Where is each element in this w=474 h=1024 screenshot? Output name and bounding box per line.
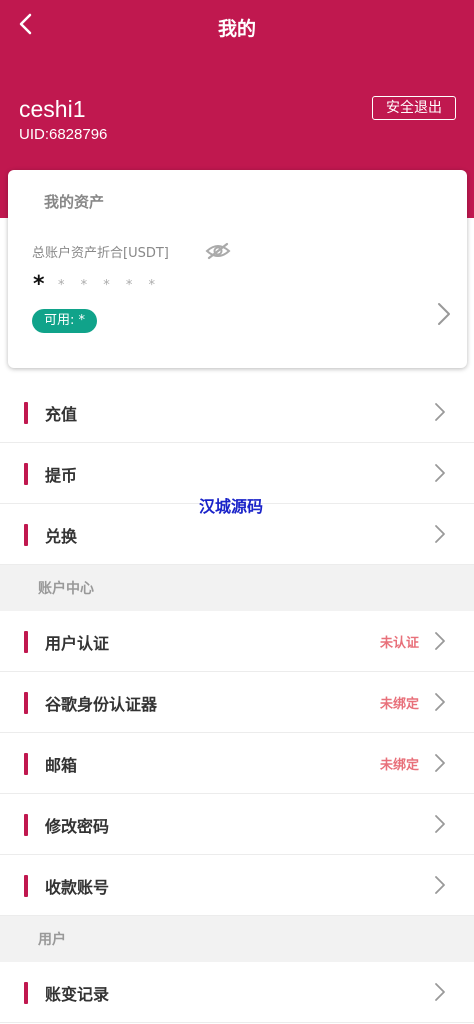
menu-item-label: 兑换 — [45, 527, 78, 546]
chevron-right-icon[interactable] — [436, 300, 452, 328]
accent-bar — [24, 753, 28, 775]
chevron-right-icon — [435, 525, 445, 543]
google-auth-status: 未绑定 — [379, 697, 419, 712]
accent-bar — [24, 814, 28, 836]
menu-item-verification[interactable]: 用户认证 未认证 — [0, 611, 474, 672]
menu-item-change-password[interactable]: 修改密码 — [0, 794, 474, 855]
menu-item-recharge[interactable]: 充值 — [0, 382, 474, 443]
masked-balance-secondary: * * * * * — [58, 278, 162, 293]
section-label: 用户 — [38, 932, 66, 948]
eye-hidden-icon[interactable] — [205, 242, 231, 260]
accent-bar — [24, 982, 28, 1004]
menu-item-label: 提币 — [45, 466, 78, 485]
section-label: 账户中心 — [38, 581, 94, 597]
menu-item-account-records[interactable]: 账变记录 — [0, 962, 474, 1023]
assets-card[interactable]: 我的资产 总账户资产折合[USDT] * * * * * * 可用: * — [8, 170, 467, 368]
email-status: 未绑定 — [379, 758, 419, 773]
menu-item-email[interactable]: 邮箱 未绑定 — [0, 733, 474, 794]
user-uid: UID:6828796 — [19, 126, 108, 143]
section-header-account-center: 账户中心 — [0, 565, 474, 611]
assets-card-title: 我的资产 — [44, 193, 105, 211]
watermark-text: 汉城源码 — [199, 497, 264, 516]
accent-bar — [24, 463, 28, 485]
section-header-user: 用户 — [0, 916, 474, 962]
menu-item-label: 谷歌身份认证器 — [45, 695, 158, 714]
chevron-right-icon — [435, 815, 445, 833]
chevron-right-icon — [435, 876, 445, 894]
accent-bar — [24, 875, 28, 897]
total-assets-label: 总账户资产折合[USDT] — [32, 246, 169, 261]
chevron-right-icon — [435, 632, 445, 650]
username: ceshi1 — [19, 96, 86, 122]
accent-bar — [24, 402, 28, 424]
menu-item-label: 充值 — [45, 405, 78, 424]
chevron-right-icon — [435, 464, 445, 482]
menu-list: 充值 提币 兑换 账户中心 用户认证 未认证 谷歌身份认证器 未绑定 邮箱 未绑… — [0, 382, 474, 1023]
menu-item-label: 账变记录 — [45, 985, 110, 1004]
chevron-right-icon — [435, 403, 445, 421]
accent-bar — [24, 692, 28, 714]
accent-bar — [24, 631, 28, 653]
available-balance-badge: 可用: * — [32, 309, 98, 333]
chevron-right-icon — [435, 754, 445, 772]
menu-item-label: 用户认证 — [45, 634, 110, 653]
verification-status: 未认证 — [379, 636, 419, 651]
chevron-right-icon — [435, 693, 445, 711]
logout-button[interactable]: 安全退出 — [372, 96, 456, 120]
page-title: 我的 — [217, 18, 256, 40]
menu-item-label: 邮箱 — [45, 756, 78, 775]
menu-item-label: 收款账号 — [45, 878, 110, 897]
menu-item-payment-account[interactable]: 收款账号 — [0, 855, 474, 916]
menu-item-google-authenticator[interactable]: 谷歌身份认证器 未绑定 — [0, 672, 474, 733]
accent-bar — [24, 524, 28, 546]
menu-item-label: 修改密码 — [45, 817, 110, 836]
chevron-right-icon — [435, 983, 445, 1001]
masked-balance-main: * — [33, 272, 45, 297]
